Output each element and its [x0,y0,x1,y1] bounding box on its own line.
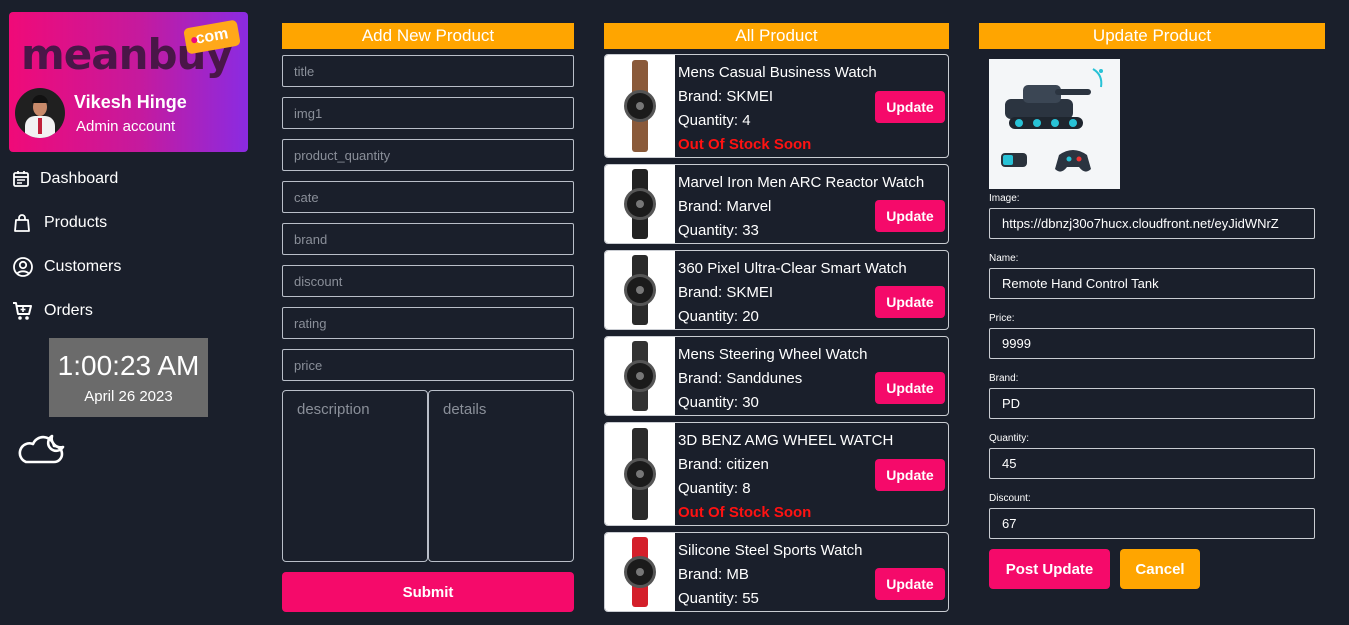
product-thumbnail [605,165,675,243]
clock-date: April 26 2023 [84,388,173,405]
clock-widget: 1:00:23 AM April 26 2023 [49,338,208,417]
update-button[interactable]: Update [875,568,945,600]
sidebar-item-label: Customers [44,258,122,275]
update-price-input[interactable]: 9999 [989,328,1315,359]
user-circle-icon [12,256,38,278]
product-card: 3D BENZ AMG WHEEL WATCH Brand: citizen Qua… [604,422,949,526]
img1-input[interactable] [282,97,574,129]
product-thumbnail [605,533,675,611]
quantity-label: Quantity: [989,433,1030,444]
product-title: Silicone Steel Sports Watch [678,542,863,559]
product-info: Silicone Steel Sports Watch Brand: MB Quan… [678,539,863,611]
product-card: Marvel Iron Men ARC Reactor Watch Brand: … [604,164,949,244]
product-quantity: Quantity: 8 [678,480,751,497]
avatar [15,88,65,138]
product-info: Mens Casual Business Watch Brand: SKMEI Qu… [678,61,877,157]
cate-input[interactable] [282,181,574,213]
cart-icon [12,300,38,322]
product-thumbnail [605,55,675,157]
price-label: Price: [989,313,1015,324]
product-brand: Brand: citizen [678,456,769,473]
discount-input[interactable] [282,265,574,297]
post-update-button[interactable]: Post Update [989,549,1110,589]
sidebar-nav: Dashboard Products Customers Orders [12,166,121,342]
product-title: Mens Steering Wheel Watch [678,346,868,363]
product-quantity: Quantity: 20 [678,308,759,325]
product-brand: Brand: Sanddunes [678,370,803,387]
stock-warning: Out Of Stock Soon [678,136,812,153]
product-thumbnail [605,251,675,329]
product-card: Silicone Steel Sports Watch Brand: MB Quan… [604,532,949,612]
details-textarea[interactable] [428,390,574,562]
product-info: 3D BENZ AMG WHEEL WATCH Brand: citizen Qua… [678,429,893,525]
name-label: Name: [989,253,1019,264]
product-title: Marvel Iron Men ARC Reactor Watch [678,174,925,191]
product-thumbnail [605,337,675,415]
all-product-header: All Product [604,23,949,49]
product-quantity: Quantity: 55 [678,590,759,607]
update-brand-input[interactable]: PD [989,388,1315,419]
clock-time: 1:00:23 AM [57,350,200,381]
product-brand: Brand: MB [678,566,749,583]
product-title: 3D BENZ AMG WHEEL WATCH [678,432,894,449]
brand-label: Brand: [989,373,1019,384]
sidebar-item-orders[interactable]: Orders [12,298,121,324]
cloud-moon-icon [16,426,68,471]
update-discount-input[interactable]: 67 [989,508,1315,539]
update-button[interactable]: Update [875,372,945,404]
product-info: Mens Steering Wheel Watch Brand: Sanddune… [678,343,868,415]
update-product-header: Update Product [979,23,1325,49]
admin-name: Vikesh Hinge [74,92,187,112]
sidebar-item-products[interactable]: Products [12,210,121,236]
price-input[interactable] [282,349,574,381]
image-url-input[interactable]: https://dbnzj30o7hucx.cloudfront.net/eyJ… [989,208,1315,239]
product-quantity: Quantity: 4 [678,112,751,129]
product-card: 360 Pixel Ultra-Clear Smart Watch Brand: … [604,250,949,330]
submit-button[interactable]: Submit [282,572,574,612]
calendar-icon [12,170,34,188]
description-textarea[interactable] [282,390,428,562]
update-button[interactable]: Update [875,286,945,318]
product-thumbnail [605,423,675,525]
shopping-bag-icon [12,213,38,233]
admin-role: Admin account [76,118,176,135]
add-product-header: Add New Product [282,23,574,49]
name-input[interactable]: Remote Hand Control Tank [989,268,1315,299]
update-button[interactable]: Update [875,200,945,232]
brand-input[interactable] [282,223,574,255]
product-info: 360 Pixel Ultra-Clear Smart Watch Brand: … [678,257,907,329]
update-quantity-input[interactable]: 45 [989,448,1315,479]
brand-card: meanbuy com Vikesh Hinge Admin account [9,12,248,152]
logo-tag: com [183,19,241,55]
image-label: Image: [989,193,1020,204]
update-button[interactable]: Update [875,91,945,123]
product-brand: Brand: SKMEI [678,284,774,301]
discount-label: Discount: [989,493,1031,504]
stock-warning: Out Of Stock Soon [678,504,812,521]
sidebar-item-dashboard[interactable]: Dashboard [12,166,121,192]
sidebar-item-label: Products [44,214,108,231]
product-card: Mens Steering Wheel Watch Brand: Sanddune… [604,336,949,416]
sidebar-item-customers[interactable]: Customers [12,254,121,280]
product-title: 360 Pixel Ultra-Clear Smart Watch [678,260,907,277]
product-title: Mens Casual Business Watch [678,64,877,81]
cancel-button[interactable]: Cancel [1120,549,1200,589]
product-quantity: Quantity: 30 [678,394,759,411]
sidebar-item-label: Dashboard [40,170,119,187]
product-brand: Brand: SKMEI [678,88,774,105]
product-card: Mens Casual Business Watch Brand: SKMEI Qu… [604,54,949,158]
title-input[interactable] [282,55,574,87]
product-quantity-input[interactable] [282,139,574,171]
sidebar-item-label: Orders [44,302,93,319]
product-image [989,59,1120,189]
update-button[interactable]: Update [875,459,945,491]
rating-input[interactable] [282,307,574,339]
